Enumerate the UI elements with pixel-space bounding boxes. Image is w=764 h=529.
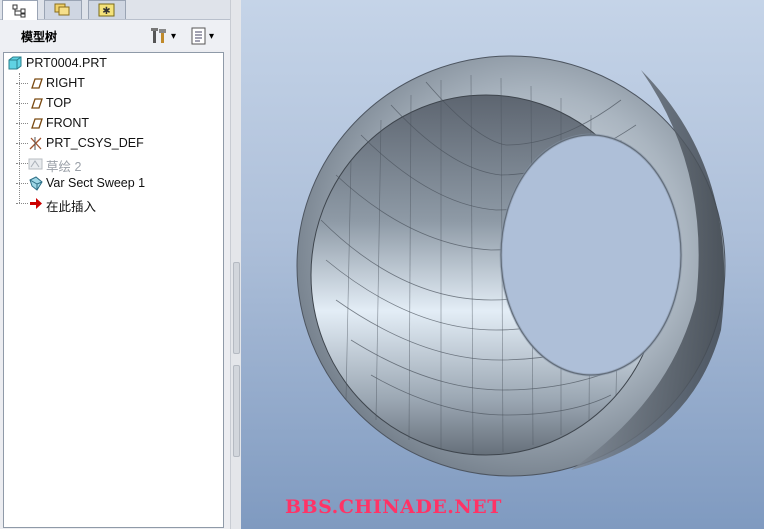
tree-item-sweep[interactable]: Var Sect Sweep 1: [4, 173, 219, 193]
tree-item-label: PRT_CSYS_DEF: [46, 136, 144, 150]
tree-item-csys[interactable]: PRT_CSYS_DEF: [4, 133, 219, 153]
panel-header: 模型树 ▾ ▾: [0, 20, 230, 50]
tree-connector: [16, 203, 28, 204]
tree-item-sketch[interactable]: 草绘 2: [4, 153, 219, 174]
tools-icon: [151, 28, 166, 43]
navigator-tab-strip: ✱: [0, 0, 230, 20]
tree-item-right[interactable]: RIGHT: [4, 73, 219, 93]
tab-layers[interactable]: [44, 0, 82, 19]
tree-item-insert-here[interactable]: 在此插入: [4, 193, 219, 214]
tree-item-label: 在此插入: [46, 200, 97, 214]
datum-plane-icon: [31, 78, 43, 89]
star-icon: ✱: [98, 3, 115, 17]
insert-arrow-icon: [30, 198, 42, 209]
tree-connector: [16, 143, 28, 144]
tree-item-label: RIGHT: [46, 76, 85, 90]
tree-settings-button[interactable]: ▾: [150, 26, 176, 46]
splitter-grip[interactable]: [233, 262, 240, 354]
sketch-icon: [28, 158, 43, 170]
part-icon: [8, 56, 22, 70]
tree-connector: [16, 163, 28, 164]
splitter-grip[interactable]: [233, 365, 240, 457]
panel-title: 模型树: [21, 30, 58, 44]
3d-model-ring: [296, 55, 726, 477]
tree-icon: [12, 4, 26, 17]
sweep-icon: [29, 176, 43, 191]
csys-icon: [29, 137, 42, 150]
chevron-down-icon: ▾: [209, 30, 215, 42]
tab-favorites[interactable]: ✱: [88, 0, 126, 19]
tree-connector: [16, 103, 28, 104]
tree-root-label: PRT0004.PRT: [26, 56, 107, 70]
tree-item-top[interactable]: TOP: [4, 93, 219, 113]
watermark-text: BBS.CHINADE.NET: [285, 496, 502, 518]
svg-text:✱: ✱: [102, 6, 110, 17]
tree-item-label: TOP: [46, 96, 72, 110]
datum-plane-icon: [31, 118, 43, 129]
tree-item-label: Var Sect Sweep 1: [46, 176, 146, 190]
chevron-down-icon: ▾: [171, 30, 177, 42]
datum-plane-icon: [31, 98, 43, 109]
graphics-viewport[interactable]: BBS.CHINADE.NET: [241, 0, 764, 529]
tree-item-label: FRONT: [46, 116, 90, 130]
tree-root-item[interactable]: PRT0004.PRT: [4, 53, 219, 73]
folder-layers-icon: [54, 3, 70, 16]
tree-item-front[interactable]: FRONT: [4, 113, 219, 133]
tree-connector: [16, 123, 28, 124]
tree-connector: [16, 183, 28, 184]
tab-model-tree[interactable]: [2, 0, 38, 20]
list-icon: [191, 27, 206, 45]
tree-connector: [16, 83, 28, 84]
tree-show-button[interactable]: ▾: [190, 26, 214, 46]
panel-splitter[interactable]: [230, 0, 241, 529]
model-tree: PRT0004.PRT RIGHT TOP FRONT PRT_CSYS_DEF: [3, 52, 224, 528]
model-tree-panel: ✱ 模型树 ▾ ▾ PRT0004.PRT RIGHT TOP FRONT PR…: [0, 0, 230, 529]
